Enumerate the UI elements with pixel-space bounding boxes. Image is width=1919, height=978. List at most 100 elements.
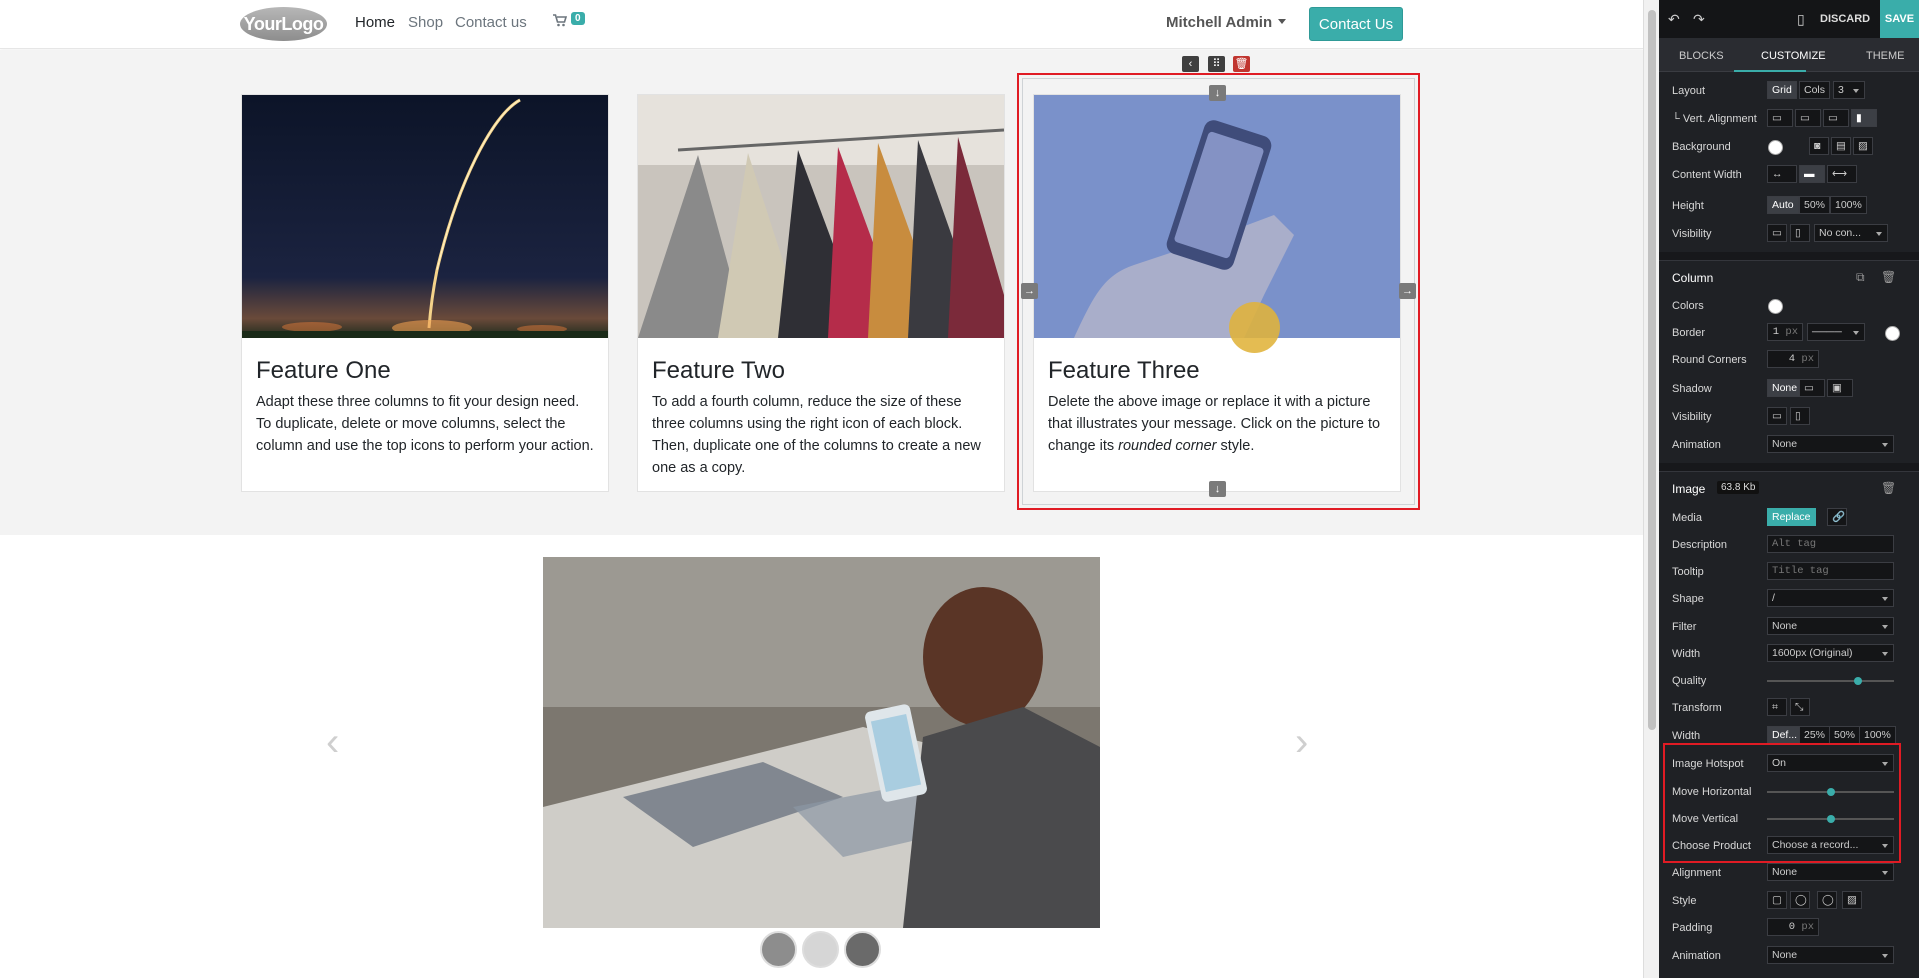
discard-button[interactable]: DISCARD	[1820, 13, 1870, 25]
redo-icon[interactable]: ↷	[1693, 11, 1705, 28]
mobile-icon[interactable]: ▯	[1797, 11, 1805, 28]
clothing-rack-image[interactable]	[638, 95, 1004, 338]
trash-icon[interactable]: 🗑	[1881, 270, 1896, 284]
height-50-button[interactable]: 50%	[1799, 196, 1831, 214]
camera-icon[interactable]: ◙	[1809, 137, 1829, 155]
height-100-button[interactable]: 100%	[1830, 196, 1867, 214]
width-regular-icon[interactable]: ▬	[1799, 165, 1825, 183]
shadow-inset-icon[interactable]: ▣	[1827, 379, 1853, 397]
description-input[interactable]: Alt tag	[1767, 535, 1894, 553]
width-25-button[interactable]: 25%	[1799, 726, 1831, 744]
feature-text[interactable]: To add a fourth column, reduce the size …	[652, 391, 992, 479]
slider-knob[interactable]	[1826, 788, 1835, 796]
resize-top-arrow-icon[interactable]: ↓	[1209, 85, 1226, 101]
tooltip-input[interactable]: Title tag	[1767, 562, 1894, 580]
tab-customize[interactable]: CUSTOMIZE	[1761, 50, 1826, 62]
rocket-launch-image[interactable]	[242, 95, 608, 338]
border-width-input[interactable]: 1 px	[1767, 323, 1803, 341]
resize-bottom-arrow-icon[interactable]: ↓	[1209, 481, 1226, 497]
user-menu[interactable]: Mitchell Admin	[1166, 14, 1287, 31]
phone-in-hand-image[interactable]	[1034, 95, 1400, 338]
nav-shop[interactable]: Shop	[408, 14, 443, 31]
image-hotspot-select[interactable]: On	[1767, 754, 1894, 772]
carousel-thumbnail[interactable]	[802, 931, 839, 968]
slider-knob[interactable]	[1826, 815, 1835, 823]
link-icon[interactable]: 🔗	[1827, 508, 1847, 526]
desktop-hidden-icon[interactable]: ▭	[1767, 224, 1787, 242]
move-vertical-slider[interactable]	[1767, 815, 1894, 823]
move-horizontal-slider[interactable]	[1767, 788, 1894, 796]
feature-card[interactable]: Feature Three Delete the above image or …	[1033, 94, 1401, 492]
width-default-button[interactable]: Def...	[1767, 726, 1803, 744]
width-50-button[interactable]: 50%	[1829, 726, 1861, 744]
save-button[interactable]: SAVE	[1880, 0, 1919, 38]
site-logo[interactable]: YourLogo	[240, 7, 327, 41]
resize-right-arrow-icon[interactable]: →	[1399, 283, 1416, 299]
shape-select[interactable]: /	[1767, 589, 1894, 607]
feature-title[interactable]: Feature One	[256, 357, 391, 385]
width-select[interactable]: 1600px (Original)	[1767, 644, 1894, 662]
nav-home[interactable]: Home	[355, 14, 395, 31]
transform-icon[interactable]: ⤡	[1790, 698, 1810, 716]
tab-theme[interactable]: THEME	[1866, 50, 1905, 62]
shadow-outset-icon[interactable]: ▭	[1799, 379, 1825, 397]
visibility-select[interactable]: No con...	[1814, 224, 1888, 242]
scrollbar-thumb[interactable]	[1648, 10, 1656, 730]
alignment-select[interactable]: None	[1767, 863, 1894, 881]
trash-icon[interactable]: 🗑	[1881, 481, 1896, 495]
image-icon[interactable]: ▨	[1853, 137, 1873, 155]
shadow-none-button[interactable]: None	[1767, 379, 1803, 397]
crop-icon[interactable]: ⌗	[1767, 698, 1787, 716]
slider-knob[interactable]	[1854, 677, 1863, 685]
contact-us-button[interactable]: Contact Us	[1309, 7, 1403, 41]
layout-cols-select[interactable]: 3	[1833, 81, 1865, 99]
feature-text[interactable]: Adapt these three columns to fit your de…	[256, 391, 596, 457]
style-thumbnail-icon[interactable]: ▨	[1842, 891, 1862, 909]
quality-slider[interactable]	[1767, 677, 1894, 685]
mobile-hidden-icon[interactable]: ▯	[1790, 224, 1810, 242]
carousel-prev-icon[interactable]: ‹	[326, 720, 339, 765]
feature-card[interactable]: Feature Two To add a fourth column, redu…	[637, 94, 1005, 492]
padding-input[interactable]: 0 px	[1767, 918, 1819, 936]
choose-product-select[interactable]: Choose a record...	[1767, 836, 1894, 854]
style-circle-icon[interactable]: ◯	[1790, 891, 1810, 909]
feature-text[interactable]: Delete the above image or replace it wit…	[1048, 391, 1388, 457]
film-icon[interactable]: ▤	[1831, 137, 1851, 155]
layout-cols-button[interactable]: Cols	[1799, 81, 1831, 99]
feature-title[interactable]: Feature Two	[652, 357, 785, 385]
column-animation-select[interactable]: None	[1767, 435, 1894, 453]
trash-icon[interactable]: 🗑	[1233, 56, 1250, 72]
style-shadow-icon[interactable]: ◯	[1817, 891, 1837, 909]
style-rounded-icon[interactable]: ▢	[1767, 891, 1787, 909]
image-hotspot-marker[interactable]	[1229, 302, 1280, 353]
page-scrollbar[interactable]	[1643, 0, 1659, 978]
filter-select[interactable]: None	[1767, 617, 1894, 635]
align-top-icon[interactable]: ▭	[1767, 109, 1793, 127]
carousel-image[interactable]	[543, 557, 1100, 928]
column-color-swatch[interactable]	[1768, 299, 1783, 314]
carousel-thumbnail[interactable]	[760, 931, 797, 968]
drag-handle-icon[interactable]: ⠿	[1208, 56, 1225, 72]
round-corners-input[interactable]: 4 px	[1767, 350, 1819, 368]
align-middle-icon[interactable]: ▭	[1795, 109, 1821, 127]
replace-button[interactable]: Replace	[1767, 508, 1816, 526]
cart-icon[interactable]	[553, 14, 568, 31]
align-stretch-icon[interactable]: ▮	[1851, 109, 1877, 127]
duplicate-icon[interactable]: ⧉	[1856, 270, 1865, 285]
background-color-swatch[interactable]	[1768, 140, 1783, 155]
align-bottom-icon[interactable]: ▭	[1823, 109, 1849, 127]
tab-blocks[interactable]: BLOCKS	[1679, 50, 1724, 62]
height-auto-button[interactable]: Auto	[1767, 196, 1799, 214]
width-full-icon[interactable]: ⟷	[1827, 165, 1857, 183]
feature-card[interactable]: Feature One Adapt these three columns to…	[241, 94, 609, 492]
carousel-next-icon[interactable]: ›	[1295, 720, 1308, 765]
border-style-select[interactable]: ────	[1807, 323, 1865, 341]
move-left-icon[interactable]: ‹	[1182, 56, 1199, 72]
desktop-hidden-icon[interactable]: ▭	[1767, 407, 1787, 425]
undo-icon[interactable]: ↶	[1668, 11, 1680, 28]
layout-grid-button[interactable]: Grid	[1767, 81, 1797, 99]
resize-left-arrow-icon[interactable]: →	[1021, 283, 1038, 299]
carousel-thumbnail[interactable]	[844, 931, 881, 968]
width-100-button[interactable]: 100%	[1859, 726, 1896, 744]
nav-contact-us[interactable]: Contact us	[455, 14, 527, 31]
